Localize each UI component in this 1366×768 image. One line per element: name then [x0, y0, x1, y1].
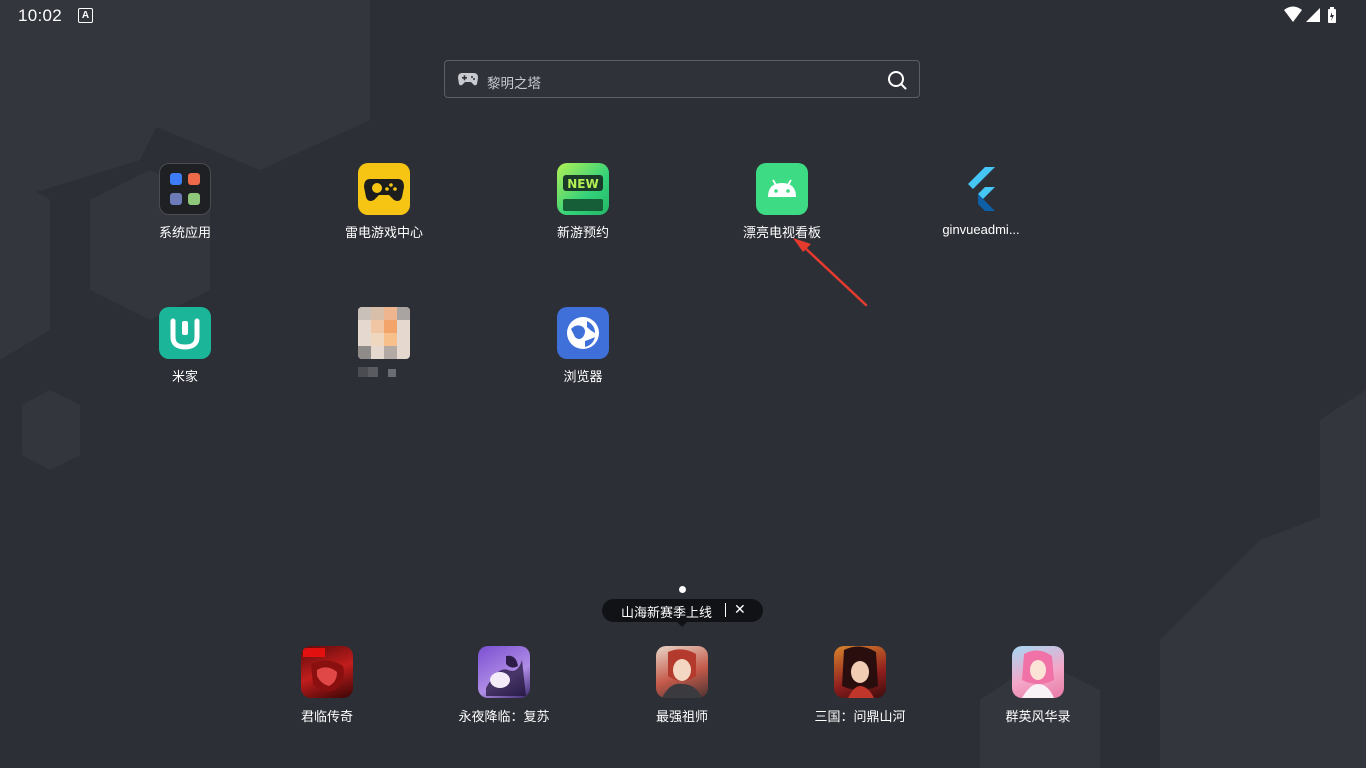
app-label: 君临传奇	[300, 709, 353, 724]
pixelated-app-icon	[358, 307, 410, 359]
mijia-icon	[159, 307, 211, 359]
flutter-icon	[955, 163, 1007, 215]
pixelated-label	[358, 367, 396, 377]
signal-icon	[1306, 8, 1320, 22]
qunying-fenghua-icon	[1012, 646, 1064, 698]
app-label: 系统应用	[158, 225, 211, 240]
search-bar[interactable]: 黎明之塔	[444, 60, 920, 98]
junlin-chuanqi-icon	[301, 646, 353, 698]
android-icon	[756, 163, 808, 215]
app-browser[interactable]: 浏览器	[523, 307, 643, 397]
tooltip-divider	[725, 603, 726, 617]
svg-text:NEW: NEW	[567, 177, 598, 191]
close-icon[interactable]: ✕	[734, 601, 746, 618]
dock-app-junlin[interactable]: 君临传奇	[257, 646, 397, 726]
system-apps-folder-icon	[159, 163, 211, 215]
app-ginvueadmin[interactable]: ginvueadmi...	[921, 163, 1041, 253]
app-label: ginvueadmi...	[942, 222, 1020, 237]
status-bar: 10:02 A	[0, 0, 1366, 32]
app-ldplayer-game-center[interactable]: 雷电游戏中心	[324, 163, 444, 253]
app-label: 新游预约	[556, 225, 609, 240]
gamepad-icon	[458, 73, 478, 86]
app-label: 三国：问鼎山河	[814, 709, 906, 724]
app-label: 漂亮电视看板	[742, 225, 821, 240]
tooltip-text[interactable]: 山海新赛季上线	[621, 602, 712, 621]
search-placeholder[interactable]: 黎明之塔	[487, 72, 541, 92]
page-indicator-dot[interactable]	[679, 586, 686, 593]
app-label: 雷电游戏中心	[344, 225, 423, 240]
dock-app-sanguo[interactable]: 三国：问鼎山河	[790, 646, 930, 726]
app-label: 群英风华录	[1005, 709, 1071, 724]
app-pretty-tv-board[interactable]: 漂亮电视看板	[722, 163, 842, 253]
status-icons	[1284, 6, 1336, 23]
app-new-games[interactable]: NEW 新游预约	[523, 163, 643, 253]
ldplayer-game-center-icon	[358, 163, 410, 215]
app-label: 米家	[171, 369, 198, 384]
app-label: 浏览器	[563, 369, 603, 384]
dock-app-qunying[interactable]: 群英风华录	[968, 646, 1108, 726]
app-pixelated[interactable]	[324, 307, 444, 397]
app-notification-icon: A	[78, 8, 93, 23]
clock: 10:02	[18, 6, 63, 25]
app-system-apps[interactable]: 系统应用	[125, 163, 245, 253]
tooltip-tail	[676, 621, 688, 627]
browser-icon	[557, 307, 609, 359]
promo-tooltip[interactable]: 山海新赛季上线 ✕	[602, 599, 763, 627]
app-label: 永夜降临：复苏	[458, 709, 550, 724]
wifi-icon	[1284, 6, 1302, 22]
yongye-jianglin-icon	[478, 646, 530, 698]
new-games-icon: NEW	[557, 163, 609, 215]
battery-charging-icon	[1328, 7, 1336, 23]
zuiqiang-zushi-icon	[656, 646, 708, 698]
dock-app-yongye[interactable]: 永夜降临：复苏	[434, 646, 574, 726]
dock-app-zuiqiang[interactable]: 最强祖师	[612, 646, 752, 726]
sanguo-wending-icon	[834, 646, 886, 698]
app-label: 最强祖师	[655, 709, 708, 724]
search-icon[interactable]	[887, 70, 907, 90]
app-mijia[interactable]: 米家	[125, 307, 245, 397]
